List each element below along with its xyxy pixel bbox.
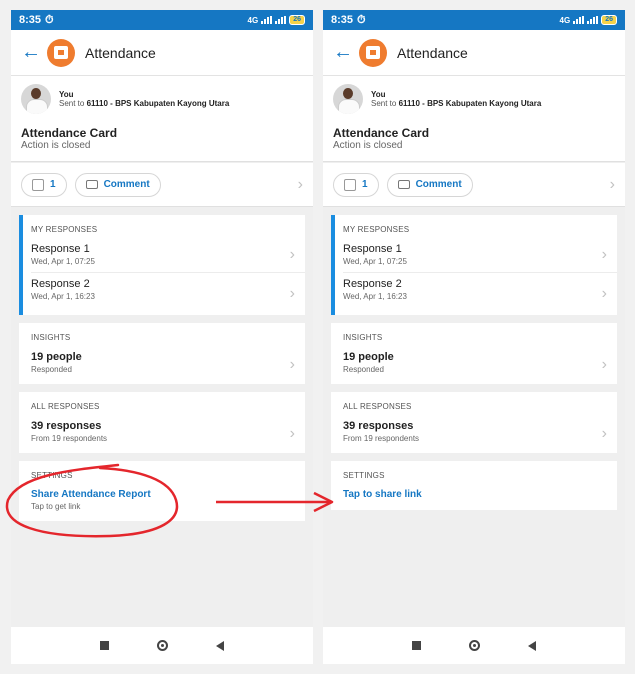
section-label: INSIGHTS	[31, 333, 71, 342]
status-bar: 8:35 ⏱ 4G 26	[323, 10, 625, 30]
section-label: MY RESPONSES	[343, 225, 410, 234]
comment-icon	[85, 180, 98, 189]
thumbs-up-icon	[32, 178, 44, 191]
like-button[interactable]: 1	[333, 172, 379, 197]
page-title: Attendance	[397, 44, 468, 61]
all-responses-card[interactable]: ALL RESPONSES 39 responses From 19 respon…	[19, 392, 305, 453]
comment-button[interactable]: Comment	[386, 172, 473, 197]
card-title: Attendance Card	[21, 126, 118, 140]
chevron-right-icon: ›	[601, 425, 607, 442]
like-button[interactable]: 1	[21, 172, 67, 197]
avatar	[21, 84, 51, 114]
chevron-right-icon: ›	[289, 425, 295, 442]
card-header: You Sent to 61110 - BPS Kabupaten Kayong…	[11, 76, 313, 162]
section-label: INSIGHTS	[343, 333, 383, 342]
network-label: 4G	[247, 15, 259, 25]
home-icon[interactable]	[157, 640, 168, 651]
section-label: MY RESPONSES	[31, 225, 98, 234]
action-bar: 1 Comment ›	[11, 163, 313, 207]
insights-card[interactable]: INSIGHTS 19 people Responded ›	[331, 323, 617, 384]
recent-apps-icon[interactable]	[412, 641, 421, 650]
card-status: Action is closed	[21, 140, 91, 151]
response-row-2[interactable]: Response 2 Wed, Apr 1, 16:23 ›	[331, 273, 617, 315]
sent-to-text: Sent to 61110 - BPS Kabupaten Kayong Uta…	[371, 99, 542, 108]
back-icon[interactable]	[216, 640, 224, 651]
chevron-right-icon: ›	[289, 285, 295, 302]
settings-card: SETTINGS Tap to share link	[331, 461, 617, 510]
page-title: Attendance	[85, 44, 156, 61]
card-header: You Sent to 61110 - BPS Kabupaten Kayong…	[323, 76, 625, 162]
share-link-row[interactable]: Tap to share link	[331, 484, 617, 510]
chevron-right-icon: ›	[601, 246, 607, 263]
home-icon[interactable]	[469, 640, 480, 651]
settings-card: SETTINGS Share Attendance Report Tap to g…	[19, 461, 305, 521]
section-label: ALL RESPONSES	[31, 402, 100, 411]
card-status: Action is closed	[333, 140, 403, 151]
comment-icon	[397, 180, 410, 189]
response-row-2[interactable]: Response 2 Wed, Apr 1, 16:23 ›	[19, 273, 305, 315]
all-responses-card[interactable]: ALL RESPONSES 39 responses From 19 respon…	[331, 392, 617, 453]
signal-icon-2	[587, 16, 599, 24]
avatar	[333, 84, 363, 114]
section-label: SETTINGS	[343, 471, 385, 480]
chevron-right-icon[interactable]: ›	[298, 176, 303, 194]
signal-icon	[573, 16, 585, 24]
comment-button[interactable]: Comment	[74, 172, 161, 197]
alarm-icon: ⏱	[45, 13, 54, 26]
signal-icon	[261, 16, 273, 24]
status-bar: 8:35 ⏱ 4G 26	[11, 10, 313, 30]
share-report-row[interactable]: Share Attendance Report Tap to get link	[19, 484, 305, 521]
action-bar: 1 Comment ›	[323, 163, 625, 207]
response-row-1[interactable]: Response 1 Wed, Apr 1, 07:25 ›	[331, 238, 617, 272]
chevron-right-icon[interactable]: ›	[610, 176, 615, 194]
system-nav-bar	[323, 627, 625, 664]
my-responses-card: MY RESPONSES Response 1 Wed, Apr 1, 07:25…	[19, 215, 305, 315]
share-report-link[interactable]: Share Attendance Report	[31, 489, 151, 500]
chevron-right-icon: ›	[601, 285, 607, 302]
my-responses-card: MY RESPONSES Response 1 Wed, Apr 1, 07:25…	[331, 215, 617, 315]
battery-icon: 26	[601, 15, 617, 25]
status-time: 8:35 ⏱	[331, 13, 366, 27]
app-bar: ← Attendance	[323, 30, 625, 76]
phone-screen-right: 8:35 ⏱ 4G 26 ← Attendance You Sent to 611…	[323, 10, 625, 664]
response-row-1[interactable]: Response 1 Wed, Apr 1, 07:25 ›	[19, 238, 305, 272]
thumbs-up-icon	[344, 178, 356, 191]
system-nav-bar	[11, 627, 313, 664]
network-label: 4G	[559, 15, 571, 25]
recent-apps-icon[interactable]	[100, 641, 109, 650]
insights-card[interactable]: INSIGHTS 19 people Responded ›	[19, 323, 305, 384]
phone-screen-left: 8:35 ⏱ 4G 26 ← Attendance You Sent to 611…	[11, 10, 313, 664]
card-title: Attendance Card	[333, 126, 430, 140]
app-bar: ← Attendance	[11, 30, 313, 76]
back-icon[interactable]	[528, 640, 536, 651]
section-label: SETTINGS	[31, 471, 73, 480]
chevron-right-icon: ›	[289, 246, 295, 263]
back-arrow-icon[interactable]: ←	[333, 41, 359, 64]
attendance-app-icon	[47, 38, 75, 67]
sender-name: You	[371, 90, 386, 99]
chevron-right-icon: ›	[289, 356, 295, 373]
attendance-app-icon	[359, 38, 387, 67]
back-arrow-icon[interactable]: ←	[21, 41, 47, 64]
alarm-icon: ⏱	[357, 13, 366, 26]
sent-to-text: Sent to 61110 - BPS Kabupaten Kayong Uta…	[59, 99, 230, 108]
signal-icon-2	[275, 16, 287, 24]
share-link[interactable]: Tap to share link	[343, 489, 422, 500]
status-time: 8:35 ⏱	[19, 13, 54, 27]
battery-icon: 26	[289, 15, 305, 25]
sender-name: You	[59, 90, 74, 99]
chevron-right-icon: ›	[601, 356, 607, 373]
section-label: ALL RESPONSES	[343, 402, 412, 411]
